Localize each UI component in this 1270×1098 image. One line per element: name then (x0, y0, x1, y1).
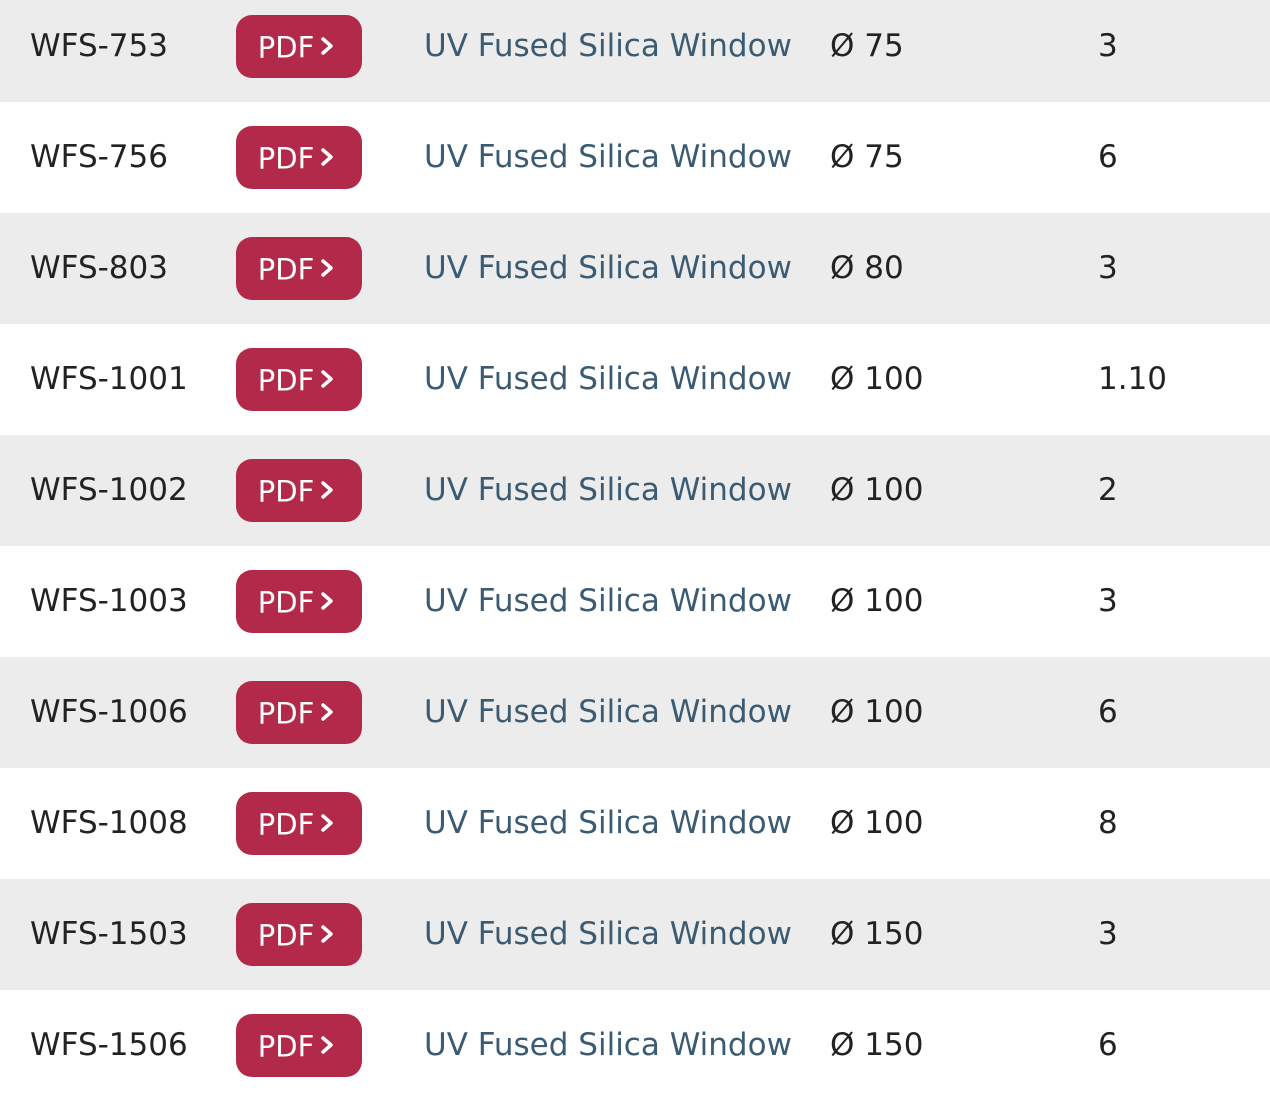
pdf-button[interactable]: PDF (236, 348, 362, 411)
pdf-label: PDF (257, 30, 315, 65)
chevron-right-icon (321, 481, 333, 499)
product-table: WFS-753 PDF UV Fused Silica Window Ø 75 … (0, 0, 1270, 1098)
chevron-right-icon (321, 370, 333, 388)
thickness-value: 1.10 (1098, 361, 1168, 397)
product-link[interactable]: UV Fused Silica Window (424, 435, 792, 546)
diameter-value: Ø 75 (830, 139, 904, 175)
pdf-button[interactable]: PDF (236, 15, 362, 78)
part-number: WFS-1503 (30, 916, 188, 952)
thickness-value: 3 (1098, 28, 1118, 64)
diameter-value: Ø 75 (830, 28, 904, 64)
thickness-value: 6 (1098, 139, 1118, 175)
part-number: WFS-1506 (30, 1027, 188, 1063)
pdf-label: PDF (257, 1029, 315, 1064)
pdf-cell: PDF (236, 324, 362, 435)
pdf-cell: PDF (236, 435, 362, 546)
product-link[interactable]: UV Fused Silica Window (424, 213, 792, 324)
diameter-value: Ø 100 (830, 694, 924, 730)
table-row: WFS-753 PDF UV Fused Silica Window Ø 75 … (0, 0, 1270, 102)
diameter-value: Ø 100 (830, 472, 924, 508)
pdf-cell: PDF (236, 990, 362, 1098)
table-row: WFS-1006 PDF UV Fused Silica Window Ø 10… (0, 657, 1270, 768)
chevron-right-icon (321, 1036, 333, 1054)
pdf-cell: PDF (236, 102, 362, 213)
chevron-right-icon (321, 925, 333, 943)
product-link[interactable]: UV Fused Silica Window (424, 0, 792, 102)
thickness-value: 3 (1098, 916, 1118, 952)
product-link[interactable]: UV Fused Silica Window (424, 324, 792, 435)
pdf-button[interactable]: PDF (236, 681, 362, 744)
thickness-value: 8 (1098, 805, 1118, 841)
table-row: WFS-1003 PDF UV Fused Silica Window Ø 10… (0, 546, 1270, 657)
pdf-cell: PDF (236, 546, 362, 657)
pdf-label: PDF (257, 474, 315, 509)
thickness-value: 2 (1098, 472, 1118, 508)
pdf-label: PDF (257, 807, 315, 842)
part-number: WFS-756 (30, 139, 168, 175)
diameter-value: Ø 150 (830, 916, 924, 952)
part-number: WFS-1003 (30, 583, 188, 619)
product-link[interactable]: UV Fused Silica Window (424, 657, 792, 768)
part-number: WFS-1001 (30, 361, 188, 397)
product-link[interactable]: UV Fused Silica Window (424, 102, 792, 213)
diameter-value: Ø 100 (830, 805, 924, 841)
pdf-cell: PDF (236, 657, 362, 768)
part-number: WFS-1006 (30, 694, 188, 730)
pdf-button[interactable]: PDF (236, 459, 362, 522)
pdf-label: PDF (257, 585, 315, 620)
pdf-label: PDF (257, 696, 315, 731)
part-number: WFS-1002 (30, 472, 188, 508)
chevron-right-icon (321, 37, 333, 55)
thickness-value: 6 (1098, 1027, 1118, 1063)
product-link[interactable]: UV Fused Silica Window (424, 768, 792, 879)
chevron-right-icon (321, 259, 333, 277)
pdf-label: PDF (257, 363, 315, 398)
product-link[interactable]: UV Fused Silica Window (424, 879, 792, 990)
pdf-button[interactable]: PDF (236, 792, 362, 855)
pdf-label: PDF (257, 252, 315, 287)
product-link[interactable]: UV Fused Silica Window (424, 546, 792, 657)
table-row: WFS-1503 PDF UV Fused Silica Window Ø 15… (0, 879, 1270, 990)
diameter-value: Ø 100 (830, 583, 924, 619)
chevron-right-icon (321, 148, 333, 166)
pdf-cell: PDF (236, 213, 362, 324)
thickness-value: 6 (1098, 694, 1118, 730)
pdf-cell: PDF (236, 0, 362, 102)
table-row: WFS-756 PDF UV Fused Silica Window Ø 75 … (0, 102, 1270, 213)
diameter-value: Ø 100 (830, 361, 924, 397)
pdf-button[interactable]: PDF (236, 237, 362, 300)
pdf-label: PDF (257, 141, 315, 176)
table-row: WFS-1002 PDF UV Fused Silica Window Ø 10… (0, 435, 1270, 546)
diameter-value: Ø 150 (830, 1027, 924, 1063)
product-link[interactable]: UV Fused Silica Window (424, 990, 792, 1098)
chevron-right-icon (321, 592, 333, 610)
part-number: WFS-753 (30, 28, 168, 64)
table-row: WFS-1001 PDF UV Fused Silica Window Ø 10… (0, 324, 1270, 435)
pdf-button[interactable]: PDF (236, 126, 362, 189)
part-number: WFS-803 (30, 250, 168, 286)
table-row: WFS-803 PDF UV Fused Silica Window Ø 80 … (0, 213, 1270, 324)
diameter-value: Ø 80 (830, 250, 904, 286)
thickness-value: 3 (1098, 250, 1118, 286)
thickness-value: 3 (1098, 583, 1118, 619)
pdf-cell: PDF (236, 879, 362, 990)
table-row: WFS-1506 PDF UV Fused Silica Window Ø 15… (0, 990, 1270, 1098)
pdf-label: PDF (257, 918, 315, 953)
pdf-cell: PDF (236, 768, 362, 879)
pdf-button[interactable]: PDF (236, 1014, 362, 1077)
pdf-button[interactable]: PDF (236, 903, 362, 966)
table-row: WFS-1008 PDF UV Fused Silica Window Ø 10… (0, 768, 1270, 879)
chevron-right-icon (321, 703, 333, 721)
part-number: WFS-1008 (30, 805, 188, 841)
chevron-right-icon (321, 814, 333, 832)
pdf-button[interactable]: PDF (236, 570, 362, 633)
